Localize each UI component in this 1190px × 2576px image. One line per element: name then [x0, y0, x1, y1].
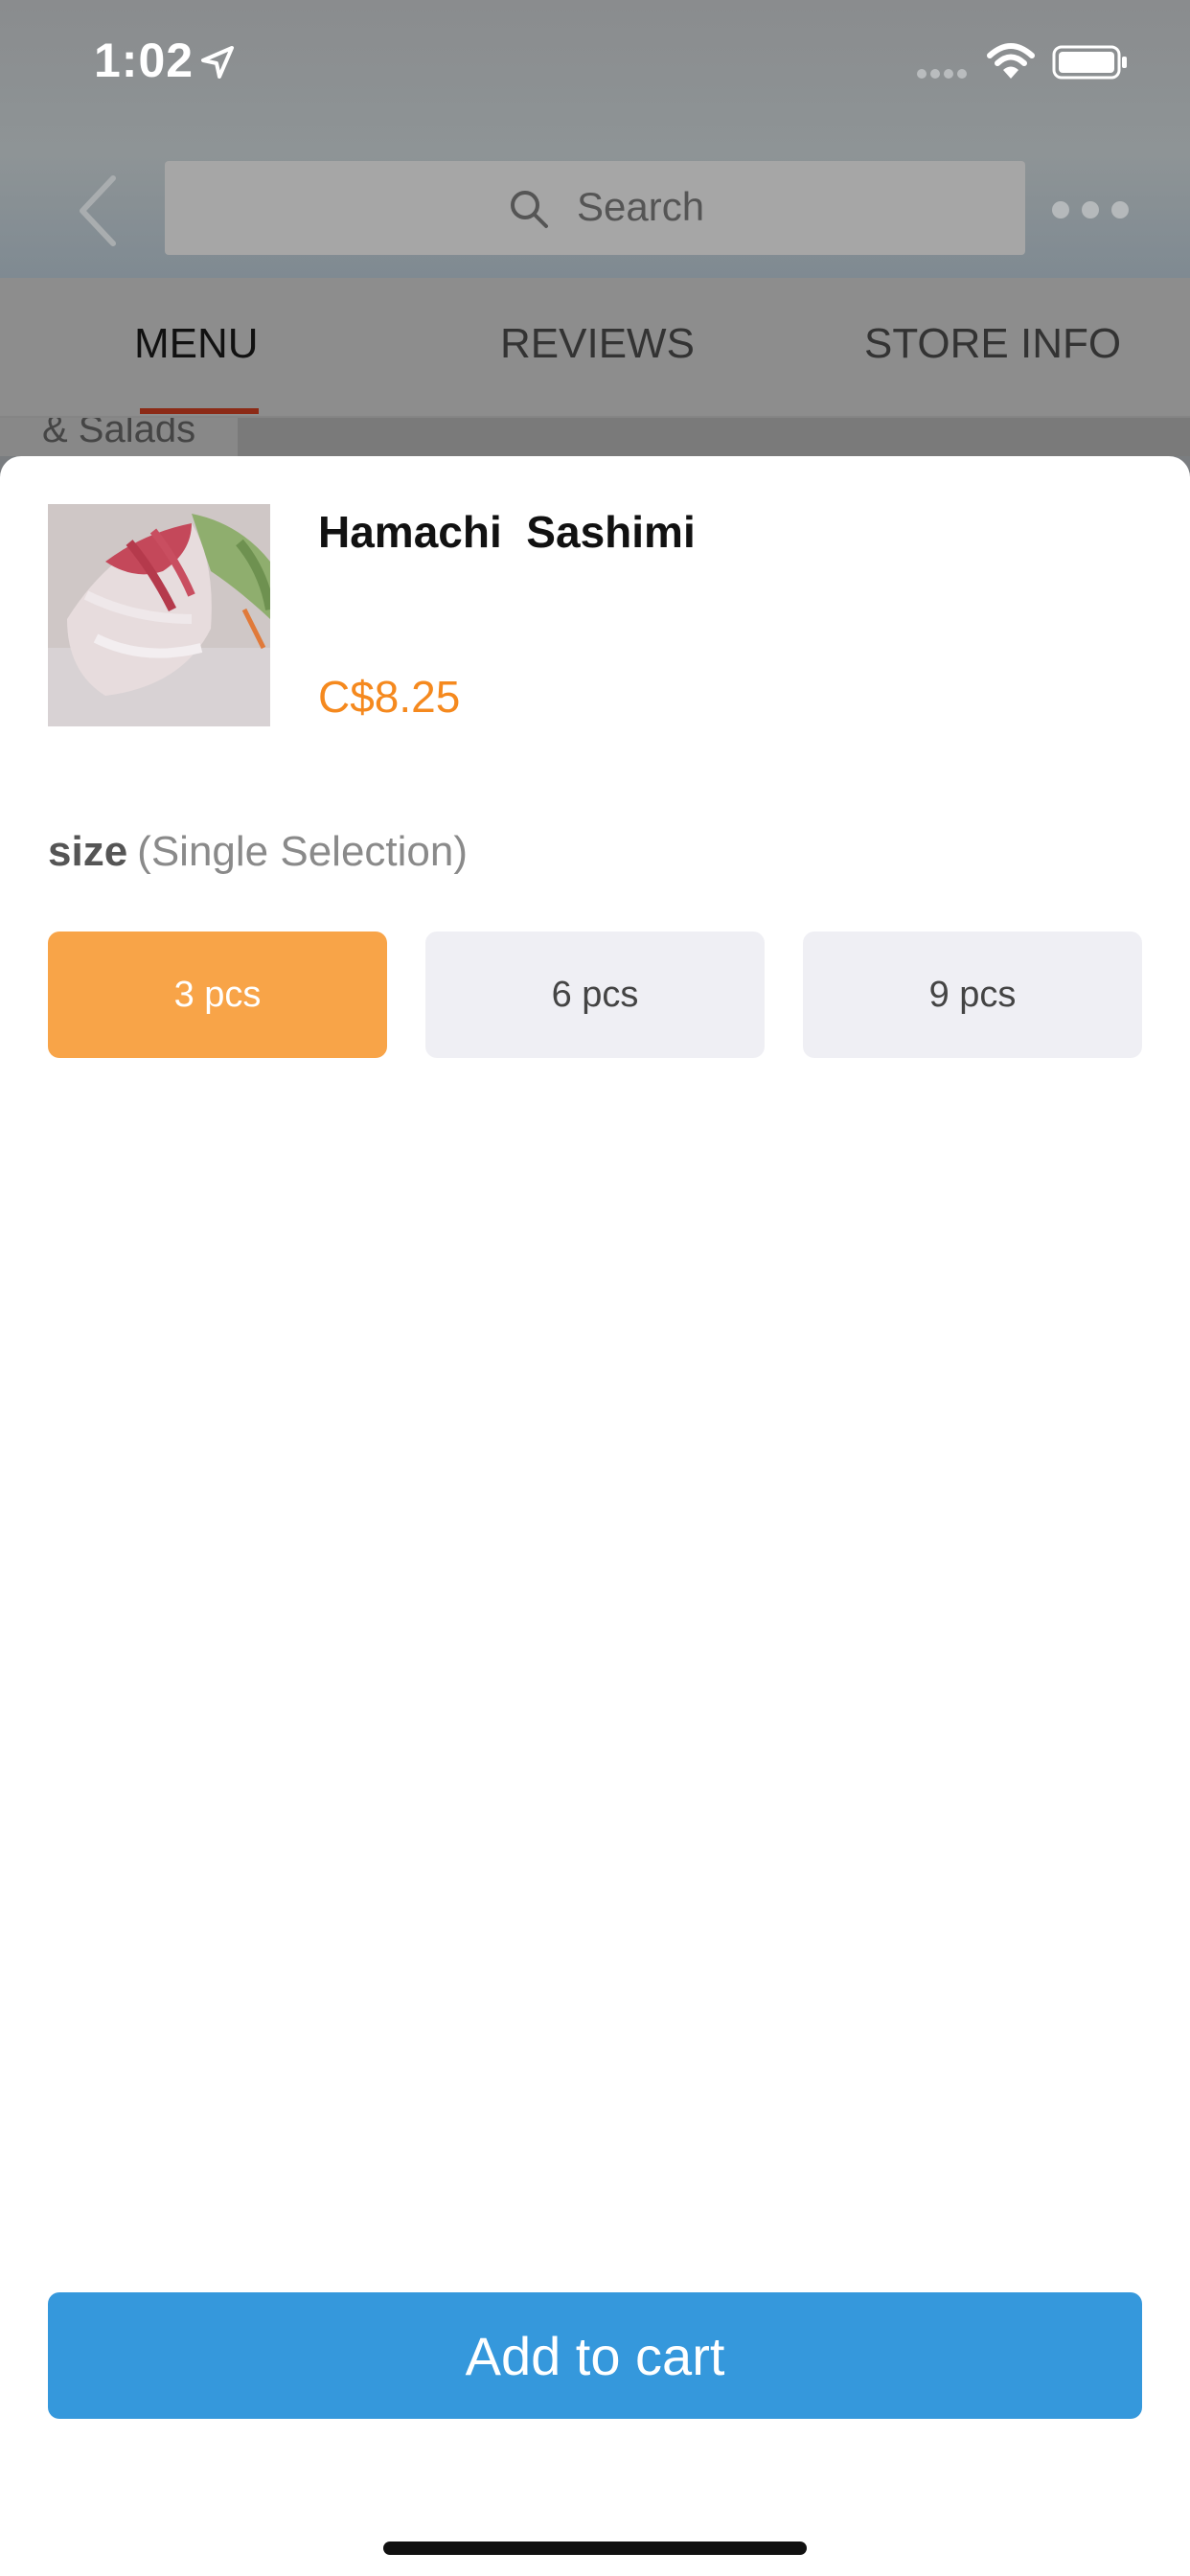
- header-background: 1:02 Search: [0, 0, 1190, 278]
- search-placeholder: Search: [577, 184, 705, 229]
- sidebar-category[interactable]: & Salads: [0, 418, 238, 456]
- item-photo: [48, 504, 270, 726]
- search-bar[interactable]: Search: [165, 161, 1025, 255]
- item-name: Hamachi Sashimi: [318, 507, 696, 557]
- status-time: 1:02: [94, 34, 195, 87]
- item-price: C$8.25: [318, 672, 461, 722]
- option-3-pcs[interactable]: 3 pcs: [48, 932, 387, 1058]
- item-options-sheet: Hamachi Sashimi C$8.25 size (Single Selec…: [0, 456, 1190, 2576]
- tab-menu[interactable]: MENU: [134, 320, 259, 368]
- location-arrow-icon: [201, 46, 234, 79]
- wifi-icon: [987, 43, 1035, 79]
- active-tab-indicator: [140, 408, 259, 414]
- chevron-left-icon[interactable]: [75, 172, 119, 249]
- search-icon: [511, 191, 548, 228]
- cellular-signal-icon: [917, 69, 967, 79]
- battery-icon: [1052, 45, 1127, 80]
- add-to-cart-button[interactable]: Add to cart: [48, 2292, 1142, 2419]
- tab-reviews[interactable]: REVIEWS: [500, 320, 695, 368]
- home-indicator: [383, 2542, 807, 2555]
- option-9-pcs[interactable]: 9 pcs: [803, 932, 1142, 1058]
- option-group-name: size: [48, 828, 128, 875]
- menu-list-peek: [238, 418, 1190, 456]
- more-dots-icon[interactable]: [1050, 199, 1131, 220]
- store-tabs: MENU REVIEWS STORE INFO: [0, 278, 1190, 418]
- option-6-pcs[interactable]: 6 pcs: [425, 932, 765, 1058]
- sidebar-category-label: & Salads: [42, 418, 196, 450]
- option-group-heading: size (Single Selection): [48, 828, 468, 876]
- option-group-mode: (Single Selection): [137, 828, 469, 875]
- tab-store-info[interactable]: STORE INFO: [864, 320, 1121, 368]
- sashimi-image: [48, 504, 270, 726]
